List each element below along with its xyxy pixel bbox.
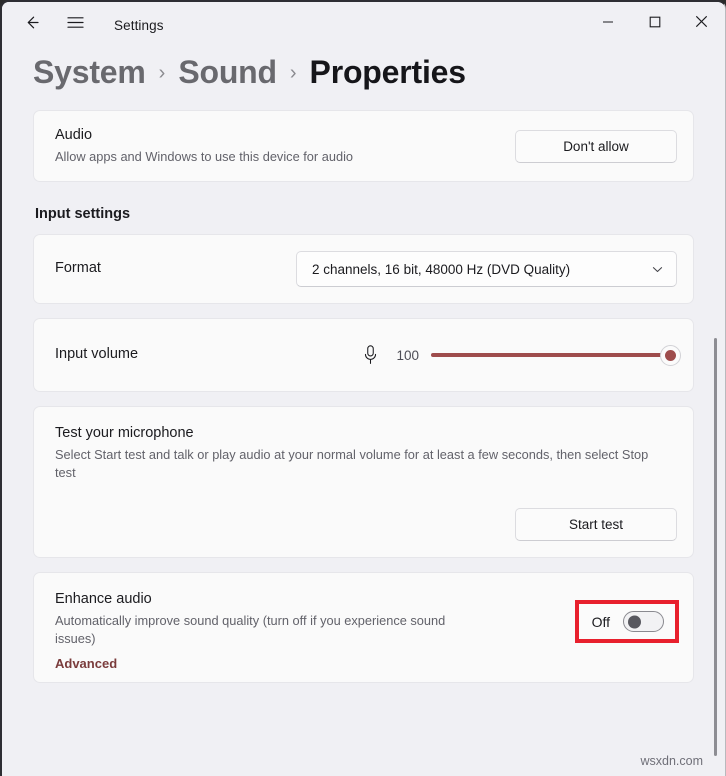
input-volume-slider[interactable] xyxy=(431,344,681,366)
dont-allow-button[interactable]: Don't allow xyxy=(515,129,677,163)
close-icon xyxy=(695,15,708,33)
breadcrumb-item-sound[interactable]: Sound xyxy=(178,54,277,91)
input-volume-controls: 100 xyxy=(362,344,681,366)
back-button[interactable] xyxy=(12,8,50,42)
maximize-button[interactable] xyxy=(631,2,678,46)
test-microphone-title: Test your microphone xyxy=(55,425,194,441)
format-label: Format xyxy=(55,260,101,277)
title-bar: Settings xyxy=(2,2,725,48)
app-title: Settings xyxy=(114,17,164,33)
format-card: Format 2 channels, 16 bit, 48000 Hz (DVD… xyxy=(33,234,694,304)
microphone-icon xyxy=(362,344,379,366)
start-test-button[interactable]: Start test xyxy=(515,508,677,541)
enhance-audio-toggle-highlight: Off xyxy=(574,600,679,643)
enhance-audio-toggle[interactable] xyxy=(623,611,664,632)
breadcrumb-item-system[interactable]: System xyxy=(33,54,146,91)
chevron-down-icon xyxy=(651,263,664,276)
breadcrumb-separator: › xyxy=(158,62,166,84)
slider-track xyxy=(431,352,677,358)
slider-thumb[interactable] xyxy=(660,344,681,366)
breadcrumb: System › Sound › Properties xyxy=(2,48,725,110)
input-volume-label: Input volume xyxy=(55,346,139,363)
input-volume-value: 100 xyxy=(396,347,419,363)
vertical-scrollbar[interactable] xyxy=(714,338,717,756)
hamburger-menu-icon xyxy=(66,15,84,35)
navigation-menu-button[interactable] xyxy=(56,8,94,42)
window-controls xyxy=(584,2,725,46)
watermark: wsxdn.com xyxy=(640,754,703,768)
enhance-audio-toggle-state-label: Off xyxy=(591,613,610,630)
maximize-icon xyxy=(649,15,661,33)
back-arrow-icon xyxy=(22,13,41,37)
input-settings-heading: Input settings xyxy=(35,206,131,222)
test-microphone-description: Select Start test and talk or play audio… xyxy=(55,446,649,481)
format-selected-value: 2 channels, 16 bit, 48000 Hz (DVD Qualit… xyxy=(312,261,571,277)
audio-text-block: Audio Allow apps and Windows to use this… xyxy=(55,126,353,166)
format-dropdown[interactable]: 2 channels, 16 bit, 48000 Hz (DVD Qualit… xyxy=(296,251,677,287)
settings-content: Audio Allow apps and Windows to use this… xyxy=(2,110,725,683)
enhance-audio-card: Enhance audio Automatically improve soun… xyxy=(33,572,694,683)
breadcrumb-item-properties: Properties xyxy=(309,54,466,90)
audio-card-title: Audio xyxy=(55,126,93,143)
advanced-link[interactable]: Advanced xyxy=(55,656,117,671)
audio-card: Audio Allow apps and Windows to use this… xyxy=(33,110,694,182)
settings-window: Settings System › Sound › Properties Aud… xyxy=(0,0,726,776)
close-button[interactable] xyxy=(678,2,725,46)
test-microphone-card: Test your microphone Select Start test a… xyxy=(33,406,694,558)
minimize-icon xyxy=(602,15,614,33)
audio-card-description: Allow apps and Windows to use this devic… xyxy=(55,148,354,164)
breadcrumb-separator: › xyxy=(289,62,297,84)
minimize-button[interactable] xyxy=(584,2,631,46)
enhance-audio-description: Automatically improve sound quality (tur… xyxy=(55,612,446,647)
input-volume-card: Input volume 100 xyxy=(33,318,694,392)
